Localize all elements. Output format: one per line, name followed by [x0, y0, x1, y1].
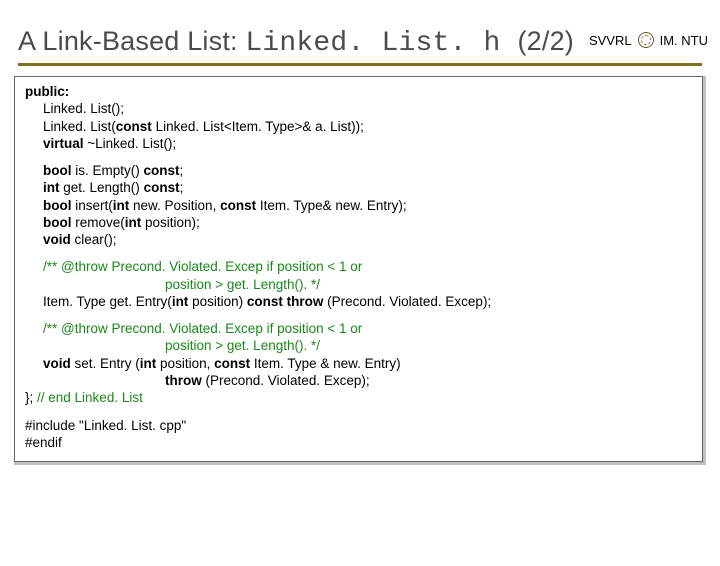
code-line: throw (Precond. Violated. Excep);: [25, 372, 692, 389]
code-line: }; // end Linked. List: [25, 389, 692, 406]
blank-line: [25, 407, 692, 417]
code-line: Linked. List(const Linked. List<Item. Ty…: [25, 118, 692, 135]
code-line: #include "Linked. List. cpp": [25, 417, 692, 434]
code-shadow: public: Linked. List(); Linked. List(con…: [14, 76, 706, 465]
code-line: Item. Type get. Entry(int position) cons…: [25, 293, 692, 310]
doc-comment: position > get. Length(). */: [25, 276, 692, 293]
code-line: bool remove(int position);: [25, 214, 692, 231]
doc-comment: position > get. Length(). */: [25, 337, 692, 354]
header-lab-id: SVVRL IM. NTU: [589, 32, 708, 48]
code-line: bool is. Empty() const;: [25, 162, 692, 179]
code-listing: public: Linked. List(); Linked. List(con…: [14, 76, 703, 462]
code-line: bool insert(int new. Position, const Ite…: [25, 197, 692, 214]
title-mono: Linked. List. h: [245, 28, 517, 59]
lab-name: SVVRL: [589, 33, 632, 48]
doc-comment: /** @throw Precond. Violated. Excep if p…: [25, 320, 692, 337]
title-suffix: (2/2): [517, 26, 574, 56]
code-line: int get. Length() const;: [25, 179, 692, 196]
code-line: void set. Entry (int position, const Ite…: [25, 355, 692, 372]
blank-line: [25, 310, 692, 320]
university-seal-icon: [638, 32, 654, 48]
kw-public: public:: [25, 84, 69, 99]
code-line: virtual ~Linked. List();: [25, 135, 692, 152]
blank-line: [25, 152, 692, 162]
code-line: #endif: [25, 434, 692, 451]
doc-comment: /** @throw Precond. Violated. Excep if p…: [25, 258, 692, 275]
code-line: void clear();: [25, 231, 692, 248]
institution-name: IM. NTU: [660, 33, 708, 48]
code-line: Linked. List();: [25, 100, 692, 117]
title-prefix: A Link-Based List:: [18, 26, 245, 56]
blank-line: [25, 248, 692, 258]
